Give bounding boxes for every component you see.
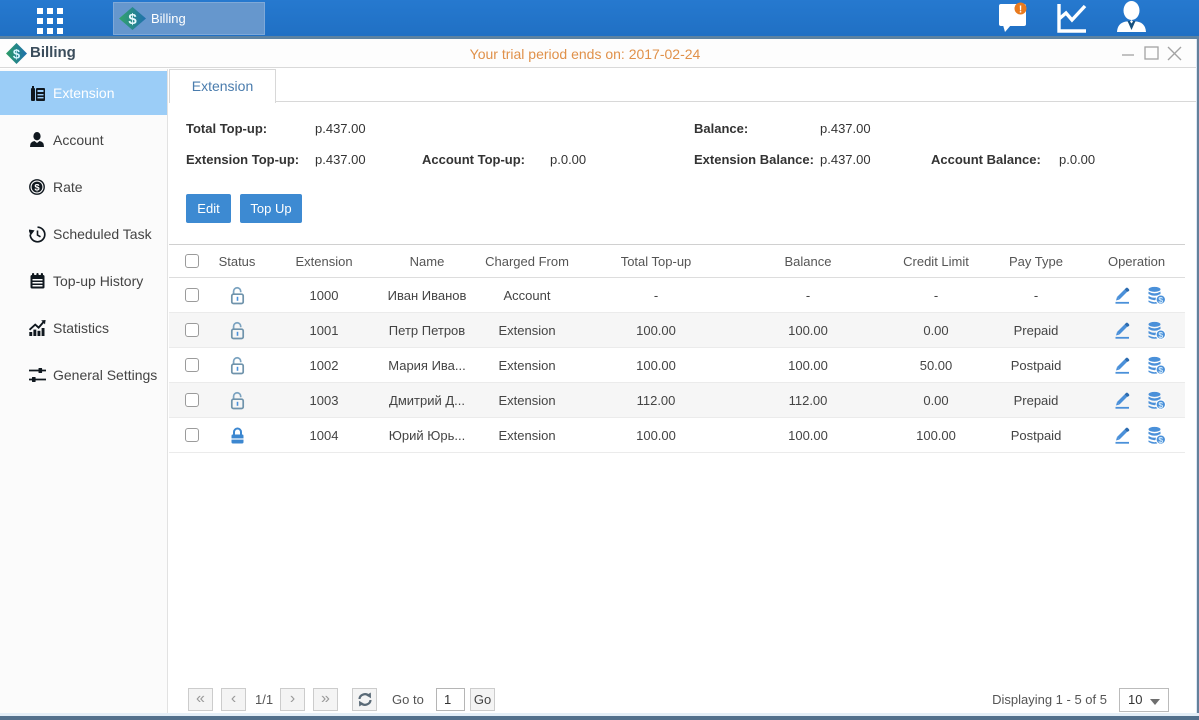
svg-text:$: $ — [1158, 364, 1163, 374]
svg-text:$: $ — [1158, 294, 1163, 304]
svg-text:$: $ — [34, 182, 40, 193]
svg-text:$: $ — [128, 11, 137, 28]
svg-text:!: ! — [1019, 5, 1022, 16]
svg-text:$: $ — [1158, 434, 1163, 444]
svg-text:$: $ — [1158, 399, 1163, 409]
svg-text:$: $ — [1158, 329, 1163, 339]
